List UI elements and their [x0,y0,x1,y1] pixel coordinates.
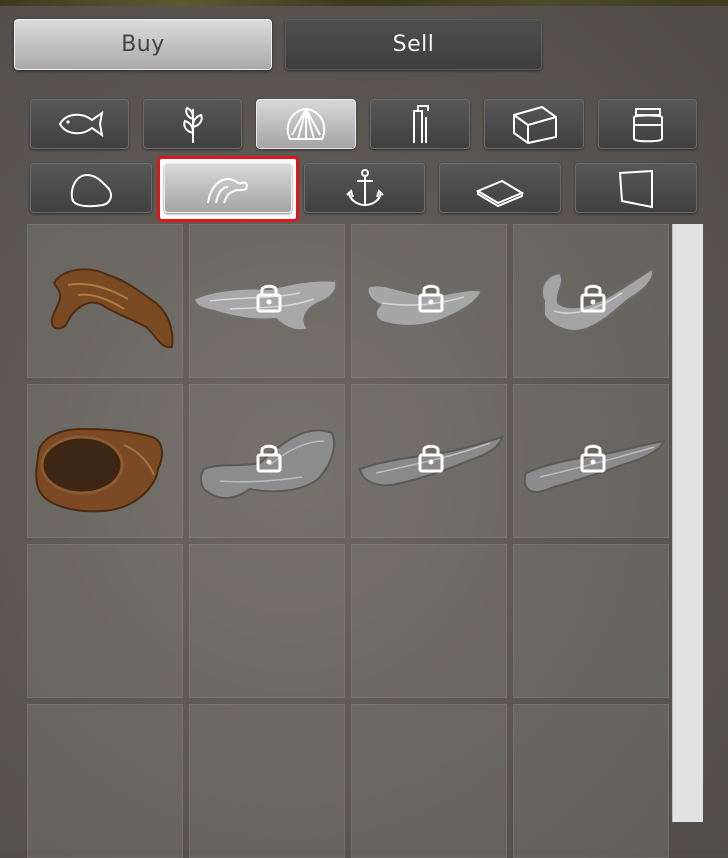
category-backdrop-button[interactable] [575,163,697,213]
category-anchor-button[interactable] [304,163,425,213]
brown-hollow-log [35,427,163,513]
fish-icon [58,110,103,138]
item-slot[interactable] [189,224,345,378]
item-slot[interactable] [513,224,669,378]
lock-icon [418,284,444,313]
category-plant-button[interactable] [143,99,242,149]
lock-icon [580,284,606,313]
category-jar-button[interactable] [598,99,697,149]
board-icon [475,179,525,208]
heater-icon [413,105,429,143]
category-tank-button[interactable] [484,99,584,149]
brown-driftwood-branch [50,268,174,349]
category-rock-button[interactable] [30,163,152,213]
item-slot-empty[interactable] [27,704,183,858]
item-slot[interactable] [27,224,183,378]
driftwood-icon [207,177,248,204]
shell-icon [286,107,326,140]
item-slot-empty[interactable] [513,544,669,698]
lock-icon [256,444,282,473]
category-fish-button[interactable] [30,99,129,149]
sell-tab[interactable]: Sell [285,19,542,70]
scrollbar[interactable] [672,224,703,822]
rock-icon [70,173,112,208]
item-slot-empty[interactable] [351,544,507,698]
plant-icon [182,106,203,143]
backdrop-icon [618,169,653,209]
item-slot-empty[interactable] [513,704,669,858]
item-slot[interactable] [513,384,669,538]
category-driftwood-button[interactable] [164,163,292,213]
category-heater-button[interactable] [370,99,470,149]
lock-icon [580,444,606,473]
item-slot[interactable] [351,224,507,378]
lock-icon [418,444,444,473]
item-slot-empty[interactable] [189,704,345,858]
anchor-icon [345,169,384,207]
category-board-button[interactable] [439,163,561,213]
item-slot-empty[interactable] [27,544,183,698]
item-slot[interactable] [27,384,183,538]
item-slot[interactable] [351,384,507,538]
jar-icon [632,108,663,143]
tank-icon [513,105,557,145]
item-slot-empty[interactable] [189,544,345,698]
lock-icon [256,284,282,313]
category-shell-button[interactable] [256,99,356,149]
background-strip [0,0,728,6]
item-slot[interactable] [189,384,345,538]
item-slot-empty[interactable] [351,704,507,858]
buy-tab[interactable]: Buy [14,19,272,70]
